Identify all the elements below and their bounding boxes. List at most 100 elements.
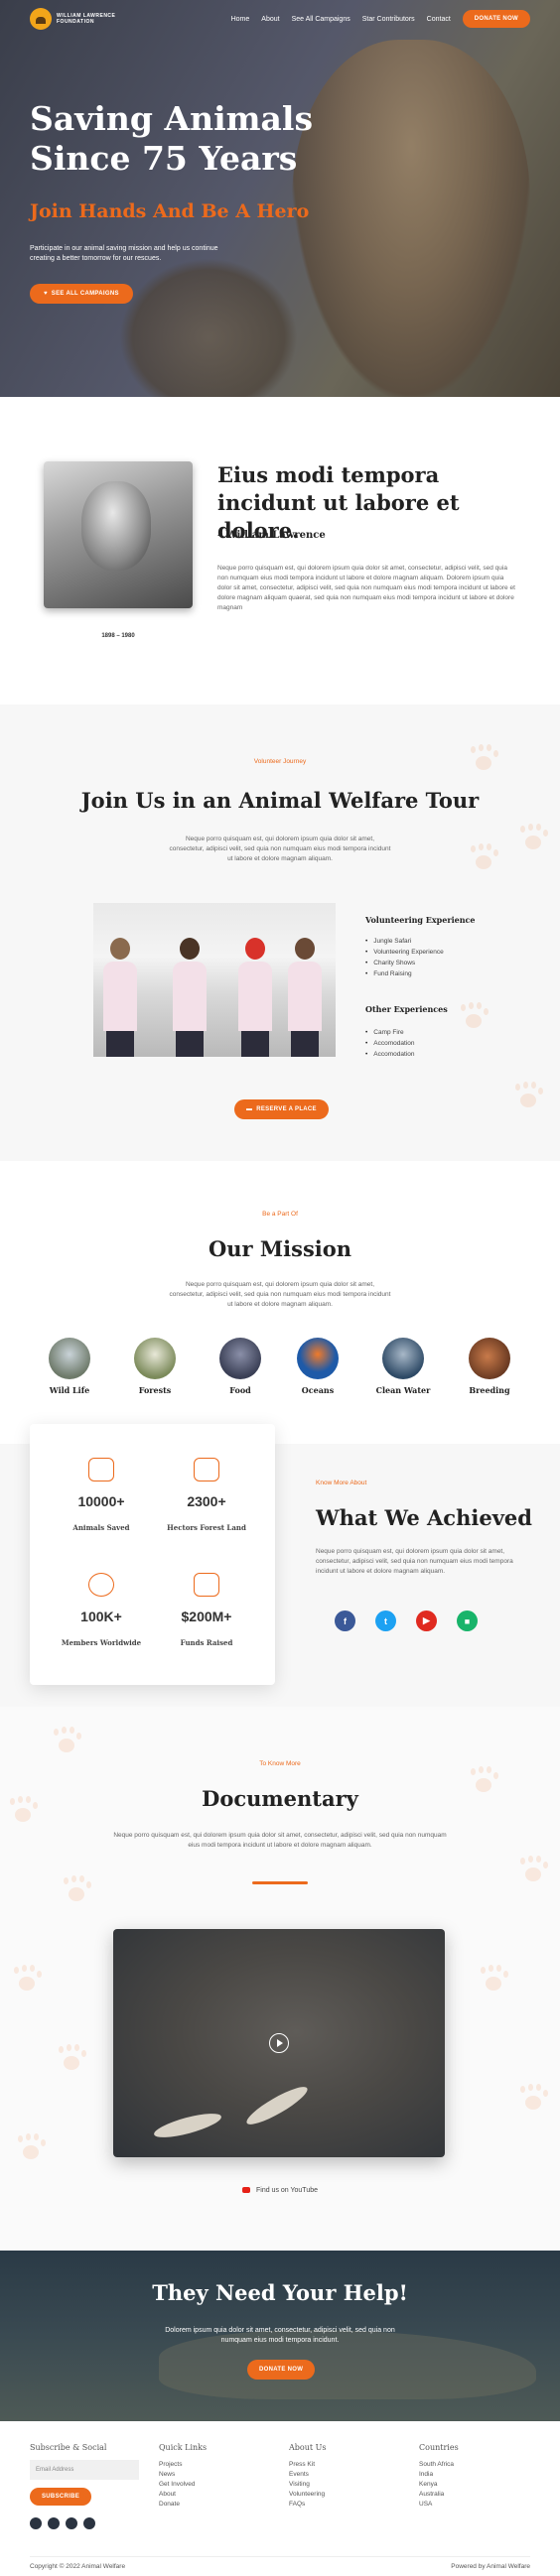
heart-icon: ♥ — [44, 291, 52, 297]
footer-link[interactable]: Volunteering — [289, 2490, 326, 2500]
volunteering-title: Volunteering Experience — [365, 915, 476, 925]
email-input[interactable]: Email Address — [30, 2460, 139, 2480]
volunteer-figure — [173, 938, 207, 1057]
lioness-image — [292, 40, 530, 397]
nav-links: Home About See All Campaigns Star Contri… — [231, 10, 530, 28]
elephant-tusk — [242, 2081, 312, 2130]
footer-link[interactable]: FAQs — [289, 2500, 326, 2510]
twitter-icon[interactable]: t — [375, 1610, 396, 1631]
founder-section: 1898 – 1980 Eius modi tempora incidunt u… — [0, 397, 560, 705]
paw-decoration-icon — [50, 1727, 83, 1756]
mission-category-food[interactable]: Food — [210, 1338, 270, 1395]
paw-decoration-icon — [14, 2133, 48, 2163]
footer-bottom: Copyright © 2022 Animal Welfare Powered … — [30, 2556, 530, 2570]
volunteer-figure — [288, 938, 322, 1057]
footer-link[interactable]: South Africa — [419, 2460, 459, 2470]
forest-icon — [194, 1458, 219, 1481]
stats-card: 10000+ Animals Saved 2300+ Hectors Fores… — [30, 1424, 275, 1685]
paw-decoration-icon — [516, 2084, 550, 2114]
footer-link[interactable]: Press Kit — [289, 2460, 326, 2470]
footer-quick-links: Quick Links Projects News Get Involved A… — [159, 2443, 207, 2510]
footer-about-title: About Us — [289, 2443, 327, 2452]
achieved-title: What We Achieved — [316, 1505, 532, 1530]
footer-link[interactable]: Get Involved — [159, 2480, 207, 2490]
facebook-icon[interactable] — [30, 2517, 42, 2529]
tour-title: Join Us in an Animal Welfare Tour — [80, 788, 480, 813]
paw-decoration-icon — [516, 1856, 550, 1885]
oceans-image — [297, 1338, 339, 1379]
footer-about: About Us Press Kit Events Visiting Volun… — [289, 2443, 326, 2510]
footer: Subscribe & Social Email Address SUBSCRI… — [0, 2421, 560, 2576]
hero-text: Participate in our animal saving mission… — [30, 245, 218, 262]
see-all-campaigns-button[interactable]: ♥ SEE ALL CAMPAIGNS — [30, 284, 133, 304]
nav-link-campaigns[interactable]: See All Campaigns — [292, 16, 350, 23]
mission-text: Neque porro quisquam est, qui dolorem ip… — [169, 1281, 391, 1308]
clean-water-image — [382, 1338, 424, 1379]
documentary-section: To Know More Documentary Neque porro qui… — [0, 1707, 560, 2251]
nav-link-contact[interactable]: Contact — [427, 16, 451, 23]
footer-link[interactable]: Events — [289, 2470, 326, 2480]
instagram-icon[interactable] — [83, 2517, 95, 2529]
forests-image — [134, 1338, 176, 1379]
mission-category-breeding[interactable]: Breeding — [460, 1338, 519, 1395]
donation-icon — [194, 1573, 219, 1597]
food-image — [219, 1338, 261, 1379]
mission-category-oceans[interactable]: Oceans — [288, 1338, 348, 1395]
help-donate-button[interactable]: DONATE NOW — [247, 2360, 316, 2380]
youtube-link[interactable]: Find us on YouTube — [0, 2187, 560, 2194]
footer-social — [30, 2517, 139, 2529]
hero-title-line1: Saving Animals — [30, 99, 314, 138]
subscribe-button[interactable]: SUBSCRIBE — [30, 2488, 92, 2506]
other-experiences-list: Camp Fire Accomodation Accomodation — [365, 1027, 414, 1060]
founder-portrait — [44, 461, 193, 608]
footer-countries-title: Countries — [419, 2443, 459, 2452]
footer-link[interactable]: India — [419, 2470, 459, 2480]
twitter-icon[interactable] — [48, 2517, 60, 2529]
footer-link[interactable]: Australia — [419, 2490, 459, 2500]
volunteering-list: Jungle Safari Volunteering Experience Ch… — [365, 936, 444, 979]
site-logo[interactable]: WILLIAM LAWRENCE FOUNDATION — [30, 8, 115, 30]
mission-category-forests[interactable]: Forests — [125, 1338, 185, 1395]
logo-line2: FOUNDATION — [57, 19, 94, 25]
help-title: They Need Your Help! — [152, 2280, 408, 2305]
list-item: Jungle Safari — [365, 936, 444, 947]
tour-section: Volunteer Journey Join Us in an Animal W… — [0, 705, 560, 1161]
achieved-eyebrow: Know More About — [316, 1480, 367, 1486]
footer-link[interactable]: Donate — [159, 2500, 207, 2510]
youtube-icon[interactable]: ▶ — [416, 1610, 437, 1631]
tour-eyebrow: Volunteer Journey — [253, 758, 307, 765]
nav-link-contributors[interactable]: Star Contributors — [362, 16, 415, 23]
youtube-icon[interactable] — [66, 2517, 77, 2529]
stat-animals-saved: 10000+ Animals Saved — [52, 1458, 151, 1532]
footer-subscribe: Subscribe & Social Email Address SUBSCRI… — [30, 2443, 139, 2529]
list-item: Accomodation — [365, 1049, 414, 1060]
footer-link[interactable]: USA — [419, 2500, 459, 2510]
play-icon[interactable] — [269, 2033, 289, 2053]
footer-link[interactable]: Projects — [159, 2460, 207, 2470]
volunteers-photo — [93, 903, 336, 1057]
footer-link[interactable]: About — [159, 2490, 207, 2500]
achievements-section: 10000+ Animals Saved 2300+ Hectors Fores… — [0, 1424, 560, 1707]
reserve-place-button[interactable]: ▬ RESERVE A PLACE — [234, 1099, 329, 1119]
youtube-icon — [241, 2187, 250, 2194]
paw-decoration-icon — [60, 1875, 93, 1905]
globe-icon — [88, 1573, 114, 1597]
volunteer-figure — [103, 938, 137, 1057]
video-icon[interactable]: ■ — [457, 1610, 478, 1631]
footer-link[interactable]: Visiting — [289, 2480, 326, 2490]
footer-quick-title: Quick Links — [159, 2443, 208, 2452]
social-links: f t ▶ ■ — [335, 1610, 478, 1631]
see-all-campaigns-label: SEE ALL CAMPAIGNS — [51, 291, 119, 297]
wildlife-image — [49, 1338, 90, 1379]
nav-link-about[interactable]: About — [261, 16, 279, 23]
nav-donate-button[interactable]: DONATE NOW — [462, 10, 530, 28]
footer-link[interactable]: Kenya — [419, 2480, 459, 2490]
footer-link[interactable]: News — [159, 2470, 207, 2480]
mission-eyebrow: Be a Part Of — [262, 1211, 298, 1218]
documentary-video[interactable] — [113, 1929, 445, 2157]
facebook-icon[interactable]: f — [335, 1610, 355, 1631]
mission-category-clean-water[interactable]: Clean Water — [373, 1338, 433, 1395]
mission-category-wildlife[interactable]: Wild Life — [40, 1338, 99, 1395]
list-item: Camp Fire — [365, 1027, 414, 1038]
nav-link-home[interactable]: Home — [231, 16, 250, 23]
